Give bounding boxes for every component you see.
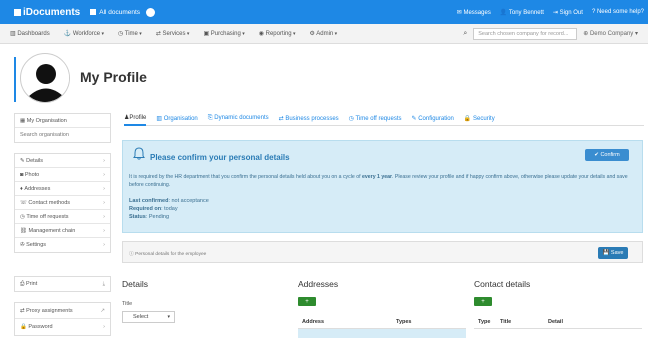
add-address-button[interactable]: +: [298, 297, 316, 306]
chevron-right-icon: ›: [103, 199, 105, 206]
nav-workforce[interactable]: ⚓ Workforce: [64, 30, 104, 37]
search-icon: ⌕: [463, 29, 468, 37]
sidebar-item-photo[interactable]: ◙ Photo ›: [15, 168, 110, 182]
tab-configuration[interactable]: ✎ Configuration: [412, 115, 454, 122]
building-icon: ▦: [20, 117, 26, 124]
tab-profile[interactable]: ♟ Profile: [124, 112, 147, 126]
sidebar-item-contact-methods[interactable]: ☏ Contact methods ›: [15, 196, 110, 210]
title-field-label: Title: [122, 301, 133, 307]
details-heading: Details: [122, 279, 148, 289]
wrench-icon: ✇: [20, 242, 25, 248]
profile-menu: ✎ Details › ◙ Photo › ♦ Addresses › ☏ Conta…: [14, 153, 111, 253]
tab-business-processes[interactable]: ⇄ Business processes: [279, 115, 339, 122]
contact-details-heading: Contact details: [474, 279, 531, 289]
column-header-title: Title: [500, 318, 512, 325]
globe-icon[interactable]: [146, 7, 156, 17]
chevron-right-icon: ›: [103, 171, 105, 178]
messages-link[interactable]: ✉ Messages: [457, 9, 491, 16]
phone-icon: ☏: [20, 199, 27, 206]
help-link[interactable]: ? Need some help?: [592, 9, 644, 16]
nav-purchasing[interactable]: ▣ Purchasing: [203, 30, 244, 37]
download-icon: ⤓: [102, 280, 105, 287]
sidebar-item-password[interactable]: 🔒 Password ›: [15, 319, 110, 335]
add-contact-button[interactable]: +: [474, 297, 492, 306]
print-panel: ⎙ Print ⤓: [14, 276, 111, 292]
logo-icon: [14, 8, 21, 16]
lock-icon: 🔒: [20, 324, 27, 330]
chevron-right-icon: ›: [103, 185, 105, 192]
edit-icon: ✎: [20, 157, 25, 164]
brand[interactable]: iDocuments: [14, 7, 80, 18]
brand-name: iDocuments: [23, 6, 81, 18]
company-selector[interactable]: ⊕ Demo Company ▾: [583, 30, 638, 37]
save-button[interactable]: 💾 Save: [598, 247, 628, 259]
print-icon: ⎙: [20, 280, 25, 287]
user-silhouette-icon: [22, 55, 69, 102]
address-row[interactable]: [298, 329, 466, 338]
user-link[interactable]: 👤 Tony Bennett: [500, 9, 544, 16]
nav-reporting[interactable]: ◉ Reporting: [259, 30, 296, 37]
column-header-types: Types: [396, 318, 412, 325]
account-panel: ⇄ Proxy assignments ↗ 🔒 Password ›: [14, 302, 111, 336]
tab-dynamic-documents[interactable]: ⎘ Dynamic documents: [208, 115, 269, 122]
page-title: My Profile: [80, 69, 147, 85]
bell-icon: [133, 147, 145, 160]
sidebar-item-proxy-assignments[interactable]: ⇄ Proxy assignments ↗: [15, 303, 110, 319]
search-organisation-input[interactable]: Search organisation: [15, 128, 110, 142]
save-bar-text: ⓘ Personal details for the employee: [129, 252, 207, 257]
profile-accent: [14, 57, 16, 102]
my-organisation-link[interactable]: ▦ My Organisation: [15, 114, 110, 128]
save-bar: ⓘ Personal details for the employee 💾 Sa…: [122, 241, 643, 263]
sidebar-item-time-off-requests[interactable]: ◷ Time off requests ›: [15, 210, 110, 224]
documents-icon: [90, 9, 97, 15]
external-link-icon: ↗: [100, 307, 105, 314]
chevron-right-icon: ›: [103, 157, 105, 164]
nav-services[interactable]: ⇄ Services: [156, 30, 190, 37]
sign-out-link[interactable]: ⇥ Sign Out: [553, 9, 583, 16]
contact-table-header: Type Title Detail: [474, 315, 642, 329]
clock-icon: ◷: [20, 213, 25, 220]
tab-security[interactable]: 🔒 Security: [464, 115, 495, 122]
avatar[interactable]: [20, 53, 70, 103]
profile-tabs: ♟ Profile ▥ Organisation ⎘ Dynamic docum…: [124, 112, 644, 126]
camera-icon: ◙: [20, 171, 24, 178]
addresses-table-header: Address Types: [298, 315, 466, 329]
top-right-links: ✉ Messages 👤 Tony Bennett ⇥ Sign Out ? N…: [457, 9, 644, 16]
chevron-right-icon: ›: [103, 242, 105, 248]
company-search-input[interactable]: Search chosen company for record...: [473, 27, 578, 40]
addresses-heading: Addresses: [298, 279, 339, 289]
confirm-details-notice: Please confirm your personal details ✔ C…: [122, 140, 643, 233]
main-nav: ▥ Dashboards ⚓ Workforce ◷ Time ⇄ Servic…: [0, 24, 648, 44]
chevron-right-icon: ›: [103, 324, 105, 330]
sidebar-item-settings[interactable]: ✇ Settings ›: [15, 238, 110, 252]
tab-time-off-requests[interactable]: ◷ Time off requests: [349, 115, 402, 122]
tab-organisation[interactable]: ▥ Organisation: [156, 115, 197, 122]
all-documents-link[interactable]: All documents: [90, 9, 140, 16]
sidebar-item-addresses[interactable]: ♦ Addresses ›: [15, 182, 110, 196]
chevron-right-icon: ›: [103, 213, 105, 220]
chain-icon: ⛓: [20, 227, 27, 234]
column-header-type: Type: [478, 318, 491, 325]
pin-icon: ♦: [20, 185, 23, 192]
title-select[interactable]: Select: [122, 311, 175, 323]
notice-meta: Last confirmed: not acceptance Required …: [129, 198, 209, 220]
organisation-panel: ▦ My Organisation Search organisation: [14, 113, 111, 143]
nav-time[interactable]: ◷ Time: [118, 30, 142, 37]
nav-dashboards[interactable]: ▥ Dashboards: [10, 30, 50, 37]
chevron-right-icon: ›: [103, 227, 105, 234]
top-bar: iDocuments All documents ✉ Messages 👤 To…: [0, 0, 648, 24]
nav-admin[interactable]: ⚙ Admin: [310, 30, 338, 37]
notice-body: It is required by the HR department that…: [129, 174, 628, 188]
column-header-detail: Detail: [548, 318, 563, 325]
proxy-icon: ⇄: [20, 307, 25, 314]
sidebar-item-details[interactable]: ✎ Details ›: [15, 154, 110, 168]
sidebar-item-management-chain[interactable]: ⛓ Management chain ›: [15, 224, 110, 238]
confirm-button[interactable]: ✔ Confirm: [585, 149, 629, 161]
notice-heading: Please confirm your personal details: [150, 153, 290, 162]
column-header-address: Address: [302, 318, 325, 325]
print-button[interactable]: ⎙ Print ⤓: [15, 277, 110, 291]
